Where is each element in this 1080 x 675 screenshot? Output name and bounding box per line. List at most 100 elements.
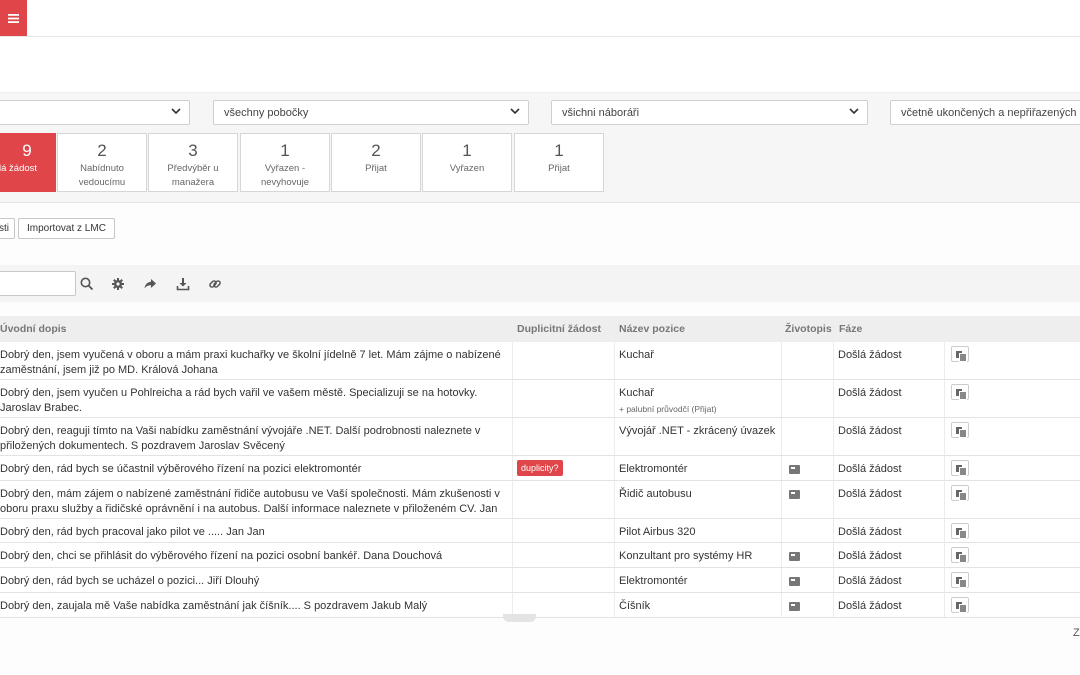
phase-cell: Došlá žádost [834,456,945,480]
position-name: Konzultant pro systémy HR [619,550,753,562]
applications-button[interactable]: sti [0,218,15,239]
column-header-cover-letter[interactable]: Úvodní dopis [0,323,67,335]
stage-count: 1 [554,141,564,160]
hamburger-icon [8,13,19,23]
filter-select-first[interactable] [0,100,190,125]
copy-icon[interactable] [951,422,969,438]
column-header-phase[interactable]: Fáze [839,323,862,335]
phase-cell: Došlá žádost [834,543,945,567]
cv-document-icon[interactable] [789,490,800,499]
search-input[interactable] [0,271,76,296]
duplicate-cell: duplicity? [513,456,615,480]
stage-tile-hired[interactable]: 2 Přijat [331,133,421,192]
cv-document-icon[interactable] [789,577,800,586]
cover-letter-cell: Dobrý den, reaguji tímto na Vaši nabídku… [0,418,513,455]
table-row[interactable]: Dobrý den, jsem vyučen u Pohlreicha a rá… [0,380,1080,418]
cv-cell [782,342,834,379]
stage-tile-rejected-unsuitable[interactable]: 1 Vyřazen - nevyhovuje [240,133,330,192]
duplicate-cell [513,543,615,567]
table-row[interactable]: Dobrý den, chci se přihlásit do výběrové… [0,543,1080,568]
position-cell: Řidič autobusu [615,481,782,518]
cv-cell [782,481,834,518]
phase-cell: Došlá žádost [834,481,945,518]
copy-icon[interactable] [951,547,969,563]
cv-document-icon[interactable] [789,552,800,561]
position-cell: Elektromontér [615,568,782,592]
cv-cell [782,418,834,455]
stage-tile-hired-2[interactable]: 1 Přijat [514,133,604,192]
link-icon[interactable] [207,276,223,292]
stage-tile-offered-manager[interactable]: 2 Nabídnuto vedoucímu [57,133,147,192]
stage-label: Předvýběr u manažera [167,163,219,188]
duplicate-cell [513,568,615,592]
table-row[interactable]: Dobrý den, reaguji tímto na Vaši nabídku… [0,418,1080,456]
stage-count: 9 [22,141,32,160]
sub-header [0,37,1080,93]
row-actions-cell [945,481,1080,518]
duplicate-cell [513,481,615,518]
table-row[interactable]: Dobrý den, rád bych se ucházel o pozici.… [0,568,1080,593]
phase-cell: Došlá žádost [834,568,945,592]
duplicate-cell [513,519,615,542]
stage-label: lá žádost [0,163,38,174]
cv-document-icon[interactable] [789,602,800,611]
stage-tile-rejected[interactable]: 1 Vyřazen [422,133,512,192]
column-header-position[interactable]: Název pozice [619,323,685,335]
cv-document-icon[interactable] [789,465,800,474]
filter-select-branches[interactable]: všechny pobočky [213,100,529,125]
top-bar [0,0,1080,37]
copy-icon[interactable] [951,384,969,400]
copy-icon[interactable] [951,346,969,362]
table-body: Dobrý den, jsem vyučená v oboru a mám pr… [0,342,1080,618]
cv-cell [782,519,834,542]
column-header-cv[interactable]: Životopis [785,323,832,335]
filter-select-recruiters[interactable]: všichni náboráři [551,100,868,125]
copy-icon[interactable] [951,523,969,539]
position-name: Elektromontér [619,575,688,587]
filter-select-recruiters-value: všichni náboráři [562,107,640,119]
search-icon[interactable] [79,276,95,292]
position-subtext: + palubní průvodčí (Přijat) [619,404,717,414]
phase-cell: Došlá žádost [834,380,945,417]
position-cell: Kuchař [615,342,782,379]
stage-label: Přijat [365,163,387,174]
hamburger-menu-button[interactable] [0,0,27,36]
filter-select-status[interactable]: včetně ukončených a nepřiřazených [890,100,1080,125]
cover-letter-cell: Dobrý den, rád bych pracoval jako pilot … [0,519,513,542]
stage-tile-preselection[interactable]: 3 Předvýběr u manažera [148,133,238,192]
row-actions-cell [945,418,1080,455]
table-row[interactable]: Dobrý den, rád bych se účastnil výběrové… [0,456,1080,481]
position-cell: Vývojář .NET - zkrácený úvazek [615,418,782,455]
import-lmc-button[interactable]: Importovat z LMC [18,218,115,239]
gear-icon[interactable] [110,276,126,292]
phase-cell: Došlá žádost [834,418,945,455]
position-name: Řidič autobusu [619,488,692,500]
share-icon[interactable] [142,276,158,292]
column-header-duplicate[interactable]: Duplicitní žádost [517,323,601,335]
table-row[interactable]: Dobrý den, rád bych pracoval jako pilot … [0,519,1080,543]
stage-label: Přijat [548,163,570,174]
table-row[interactable]: Dobrý den, zaujala mě Vaše nabídka zaměs… [0,593,1080,618]
applications-table: Úvodní dopis Duplicitní žádost Název poz… [0,316,1080,618]
duplicate-badge[interactable]: duplicity? [517,460,563,476]
copy-icon[interactable] [951,460,969,476]
stage-label: Nabídnuto vedoucímu [78,163,126,188]
position-name: Kuchař [619,349,654,361]
phase-cell: Došlá žádost [834,519,945,542]
table-row[interactable]: Dobrý den, jsem vyučená v oboru a mám pr… [0,342,1080,380]
copy-icon[interactable] [951,485,969,501]
download-icon[interactable] [175,276,191,292]
phase-cell: Došlá žádost [834,593,945,617]
stage-label: Vyřazen [449,163,485,174]
table-row[interactable]: Dobrý den, mám zájem o nabízené zaměstná… [0,481,1080,519]
scroll-handle[interactable] [503,614,536,622]
cover-letter-cell: Dobrý den, jsem vyučen u Pohlreicha a rá… [0,380,513,417]
copy-icon[interactable] [951,572,969,588]
cover-letter-cell: Dobrý den, rád bych se účastnil výběrové… [0,456,513,480]
stage-count: 3 [188,141,198,160]
phase-cell: Došlá žádost [834,342,945,379]
row-actions-cell [945,456,1080,480]
chevron-down-icon [849,108,859,115]
copy-icon[interactable] [951,597,969,613]
stage-tile-received[interactable]: 9 lá žádost [0,133,56,192]
